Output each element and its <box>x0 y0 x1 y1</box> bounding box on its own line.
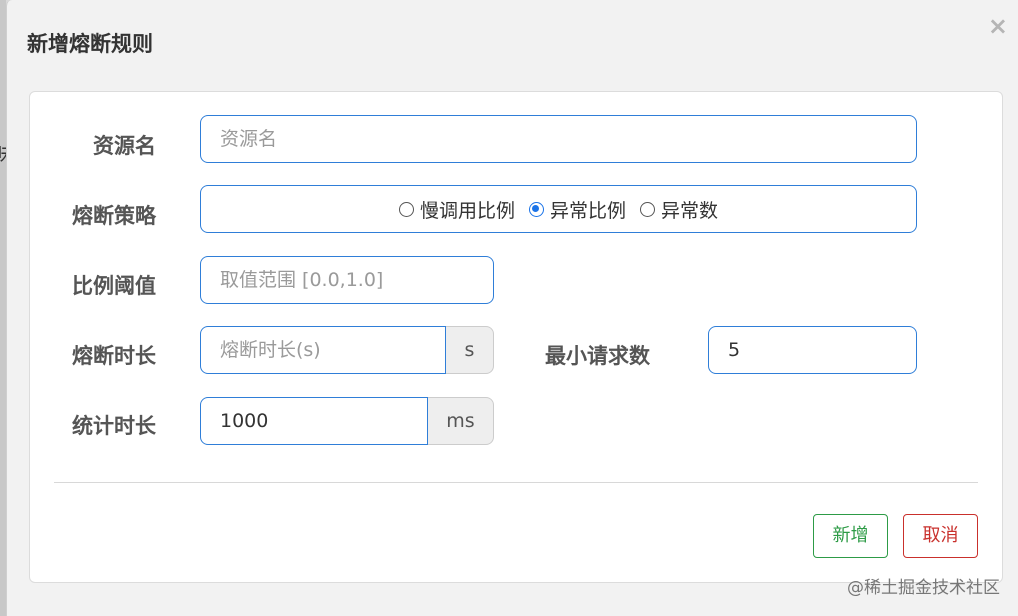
radio-error-ratio[interactable]: 异常比例 <box>528 196 626 223</box>
stat-duration-label: 统计时长 <box>72 414 156 438</box>
cancel-button[interactable]: 取消 <box>903 514 978 558</box>
radio-label: 异常数 <box>661 199 719 222</box>
stat-duration-input[interactable]: 1000 <box>200 397 428 445</box>
strategy-radio-group: 慢调用比例 异常比例 异常数 <box>200 185 917 233</box>
radio-error-count[interactable]: 异常数 <box>640 196 718 223</box>
resource-input[interactable]: 资源名 <box>200 115 917 163</box>
new-circuit-breaker-dialog: 新增熔断规则 × 资源名 资源名 熔断策略 慢调用比例 异常比例 异常数 比例阈… <box>6 0 1018 616</box>
min-requests-input[interactable]: 5 <box>708 326 917 374</box>
ratio-threshold-input[interactable]: 取值范围 [0.0,1.0] <box>200 256 494 304</box>
dialog-body: 资源名 资源名 熔断策略 慢调用比例 异常比例 异常数 比例阈值 取值范围 [0… <box>29 91 1003 583</box>
radio-unchecked-icon <box>398 201 414 217</box>
divider <box>54 482 978 483</box>
break-duration-unit: s <box>446 326 494 374</box>
strategy-label: 熔断策略 <box>72 204 156 228</box>
ratio-threshold-label: 比例阈值 <box>72 274 156 298</box>
radio-unchecked-icon <box>640 201 655 217</box>
resource-label: 资源名 <box>93 134 156 158</box>
add-button[interactable]: 新增 <box>813 514 888 558</box>
stat-duration-unit: ms <box>428 397 494 445</box>
close-icon[interactable]: × <box>988 14 1008 38</box>
radio-label: 慢调用比例 <box>419 199 515 222</box>
break-duration-input[interactable]: 熔断时长(s) <box>200 326 446 374</box>
break-duration-label: 熔断时长 <box>72 344 156 368</box>
radio-checked-icon <box>528 201 544 217</box>
radio-slow-call-ratio[interactable]: 慢调用比例 <box>398 196 515 223</box>
radio-label: 异常比例 <box>549 199 626 222</box>
dialog-title: 新增熔断规则 <box>27 32 153 56</box>
watermark: @稀土掘金技术社区 <box>847 578 1000 598</box>
min-requests-label: 最小请求数 <box>545 344 650 368</box>
